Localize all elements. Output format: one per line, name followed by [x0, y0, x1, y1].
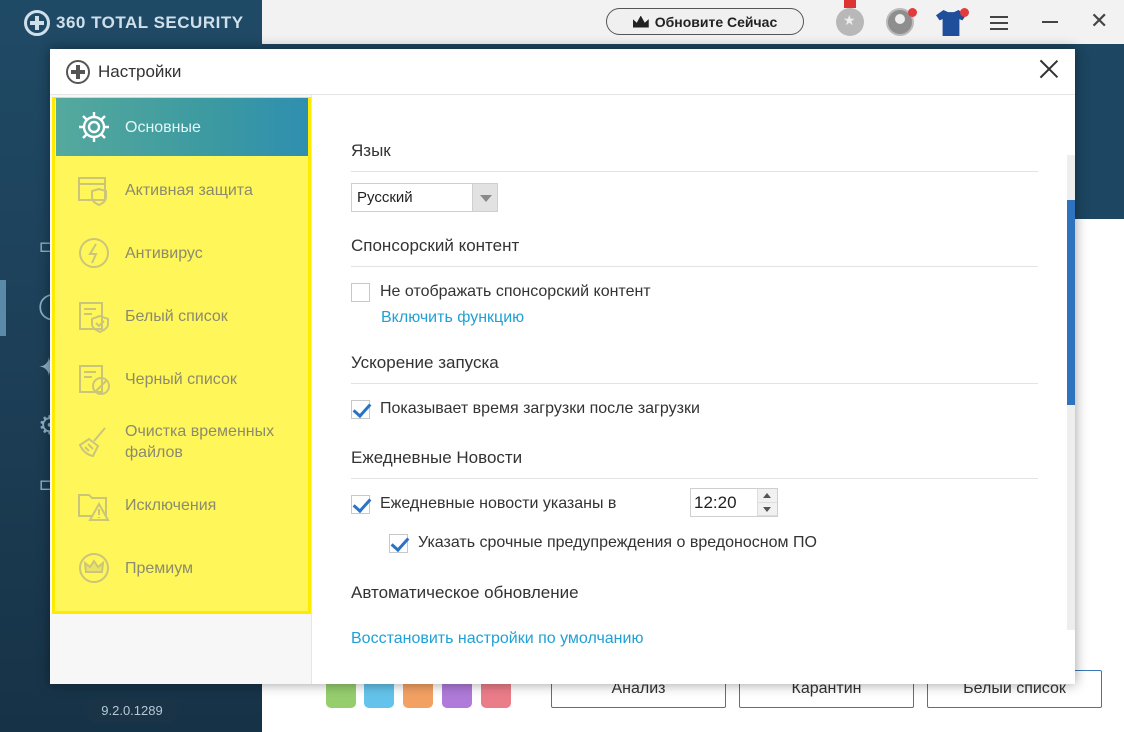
spin-up-icon[interactable] — [758, 489, 777, 503]
sidebar-item-cleanup[interactable]: Очистка временных файлов — [56, 413, 308, 471]
sidebar-item-label: Премиум — [125, 559, 194, 577]
close-icon[interactable] — [1039, 59, 1059, 79]
upgrade-button[interactable]: Обновите Сейчас — [606, 8, 804, 35]
settings-sidebar: Основные Активная защита Антивирус Белый… — [50, 95, 312, 684]
daily-news-label: Ежедневные новости указаны в — [380, 495, 617, 512]
boot-time-checkbox[interactable] — [351, 400, 370, 419]
boot-time-label: Показывает время загрузки после загрузки — [380, 400, 700, 417]
chevron-down-icon[interactable] — [472, 184, 497, 211]
malware-alerts-label: Указать срочные предупреждения о вредоно… — [418, 534, 817, 551]
dialog-logo-icon — [66, 59, 90, 84]
section-divider — [351, 171, 1038, 172]
startup-section-title: Ускорение запуска — [351, 353, 499, 372]
news-section-title: Ежедневные Новости — [351, 448, 523, 467]
whitelist-icon — [74, 296, 114, 336]
daily-news-checkbox[interactable] — [351, 495, 370, 514]
sidebar-item-exclusions[interactable]: Исключения — [56, 476, 308, 534]
time-spinner[interactable] — [757, 489, 777, 516]
sidebar-item-label: Очистка временных файлов — [125, 423, 275, 461]
notification-dot — [908, 8, 917, 17]
app-nav-indicator — [0, 280, 6, 336]
dialog-title: Настройки — [98, 61, 182, 81]
shield-window-icon — [74, 170, 114, 210]
sidebar-item-label: Антивирус — [125, 244, 203, 262]
sidebar-item-label: Белый список — [125, 307, 228, 325]
settings-dialog: Настройки Основные Активная защита Антив… — [50, 49, 1075, 684]
sponsored-section-title: Спонсорский контент — [351, 236, 520, 255]
sidebar-item-label: Основные — [125, 118, 201, 136]
settings-content: Язык Русский Спонсорский контент Не отоб… — [312, 95, 1075, 684]
medal-ribbon — [844, 0, 856, 8]
sidebar-item-label: Черный список — [125, 370, 237, 388]
logo-icon — [24, 10, 50, 36]
lightning-icon — [74, 233, 114, 273]
sidebar-item-label: Исключения — [125, 496, 217, 514]
sidebar-item-premium[interactable]: Премиум — [56, 539, 308, 597]
sidebar-item-active-protection[interactable]: Активная защита — [56, 161, 308, 219]
sidebar-item-antivirus[interactable]: Антивирус — [56, 224, 308, 282]
upgrade-button-label: Обновите Сейчас — [654, 13, 778, 30]
version-badge: 9.2.0.1289 — [86, 697, 178, 723]
crown-icon — [632, 15, 649, 28]
spin-down-icon[interactable] — [758, 502, 777, 516]
crown-icon — [74, 548, 114, 588]
notification-dot — [960, 8, 969, 17]
section-divider — [351, 383, 1038, 384]
auto-update-section-title: Автоматическое обновление — [351, 583, 579, 602]
medal-icon[interactable] — [836, 8, 864, 36]
minimize-icon[interactable] — [1042, 21, 1058, 23]
news-time-stepper[interactable]: 12:20 — [690, 488, 778, 517]
malware-alerts-checkbox[interactable] — [389, 534, 408, 553]
sidebar-item-blacklist[interactable]: Черный список — [56, 350, 308, 408]
menu-icon[interactable] — [990, 16, 1008, 34]
hide-sponsored-checkbox[interactable] — [351, 283, 370, 302]
broom-icon — [74, 422, 114, 462]
window-close-icon[interactable]: ✕ — [1090, 10, 1108, 32]
news-time-value: 12:20 — [694, 492, 737, 512]
language-section-title: Язык — [351, 141, 391, 160]
app-logo-text: 360 TOTAL SECURITY — [56, 13, 244, 32]
blacklist-icon — [74, 359, 114, 399]
section-divider — [351, 478, 1038, 479]
enable-feature-link[interactable]: Включить функцию — [381, 309, 524, 327]
sidebar-item-whitelist[interactable]: Белый список — [56, 287, 308, 345]
sidebar-item-general[interactable]: Основные — [56, 98, 308, 156]
language-select-value: Русский — [357, 189, 413, 206]
restore-defaults-link[interactable]: Восстановить настройки по умолчанию — [351, 630, 643, 648]
hide-sponsored-label: Не отображать спонсорский контент — [380, 283, 651, 300]
dialog-header: Настройки — [50, 49, 1075, 95]
app-logo: 360 TOTAL SECURITY — [24, 10, 244, 36]
sidebar-item-label: Активная защита — [125, 181, 253, 199]
scrollbar-thumb[interactable] — [1067, 200, 1075, 405]
language-select[interactable]: Русский — [351, 183, 498, 212]
folder-warning-icon — [74, 485, 114, 525]
section-divider — [351, 266, 1038, 267]
gear-icon — [74, 107, 114, 147]
